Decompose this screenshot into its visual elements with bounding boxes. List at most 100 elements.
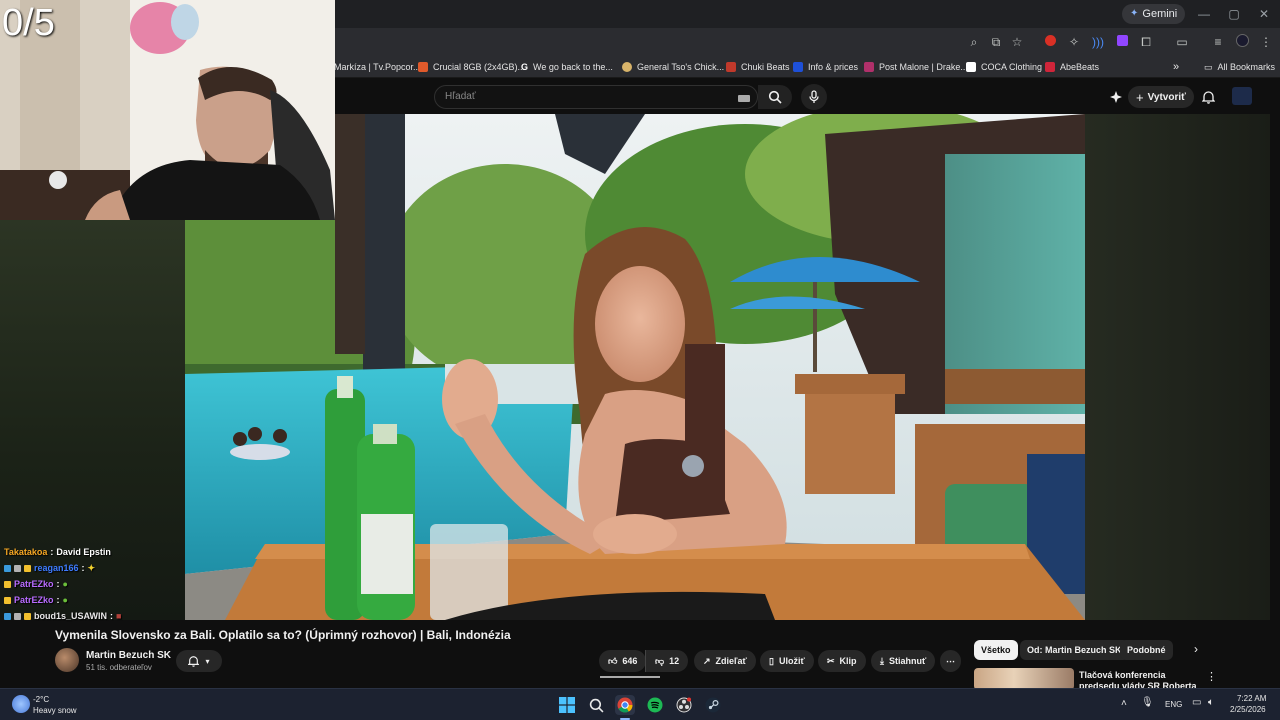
extension-audio-icon[interactable]: ))): [1090, 34, 1106, 50]
badge-icon: [4, 564, 11, 572]
obs-icon[interactable]: [674, 695, 694, 715]
tray-chevron-up-icon[interactable]: ˄: [1121, 698, 1127, 709]
more-actions-button[interactable]: ⋯: [940, 650, 961, 672]
clock-time[interactable]: 7:22 AM: [1237, 694, 1266, 703]
chip-related[interactable]: Podobné: [1120, 640, 1173, 660]
bookmark-favicon: [966, 62, 976, 72]
gemini-icon: ✦: [1130, 8, 1139, 19]
bookmark-item[interactable]: AbeBeats: [1045, 59, 1099, 75]
bookmark-item[interactable]: Post Malone | Drake...: [864, 59, 968, 75]
webcam-overlay: 0/5: [0, 0, 335, 220]
account-avatar[interactable]: [1232, 87, 1252, 105]
badge-icon: [24, 612, 31, 620]
dislike-button[interactable]: 👎︎ 12: [645, 650, 689, 672]
search-placeholder: Hľadať: [445, 91, 476, 102]
gemini-label: Gemini: [1142, 8, 1178, 20]
chips-next-icon[interactable]: ›: [1194, 642, 1198, 656]
badge-icon: [14, 612, 21, 620]
create-button[interactable]: + Vytvoriť: [1128, 86, 1194, 108]
voice-search-button[interactable]: [801, 84, 827, 110]
tray-mic-icon[interactable]: 🎙︎: [1141, 697, 1154, 708]
chat-message: PatrEZko : ●: [4, 592, 184, 608]
share-button[interactable]: ↗ Zdieľať: [694, 650, 756, 672]
subscription-bell-button[interactable]: ▾: [176, 650, 222, 672]
extensions-puzzle-icon[interactable]: ⧠: [1138, 34, 1154, 50]
steam-icon[interactable]: [703, 695, 723, 715]
bookmark-item[interactable]: G We go back to the...: [521, 59, 613, 75]
volume-icon[interactable]: 🔈︎: [1208, 697, 1214, 708]
network-icon[interactable]: ▭: [1192, 697, 1201, 708]
emote-icon: ●: [62, 595, 68, 605]
keyboard-icon[interactable]: [738, 95, 750, 102]
like-button[interactable]: 👍︎ 646: [599, 650, 647, 672]
maximize-icon[interactable]: ▢: [1224, 4, 1244, 24]
bookmark-item[interactable]: Chuki Beats: [726, 59, 790, 75]
extension-red-icon[interactable]: [1042, 34, 1058, 50]
bookmark-favicon: [418, 62, 428, 72]
google-icon: G: [521, 62, 529, 72]
recommendation-thumbnail[interactable]: [974, 668, 1074, 690]
subscriber-count: 51 tis. odberateľov: [86, 663, 152, 672]
recommendation-title[interactable]: Tlačová konferencia predsedu vlády SR Ro…: [1079, 670, 1199, 688]
spotify-icon[interactable]: [645, 695, 665, 715]
taskbar-search-icon[interactable]: [586, 695, 606, 715]
bookmark-favicon: [1045, 62, 1055, 72]
weather-temp: -2°C: [33, 695, 50, 704]
chat-text: David Epstin: [56, 547, 111, 557]
minimize-icon[interactable]: —: [1194, 4, 1214, 24]
screen: ✦ Gemini — ▢ ✕ ⌕ ⧉ ☆ ✧ ))) ⧠ ▭ ≡ ⋮ Markí…: [0, 0, 1280, 720]
chrome-icon[interactable]: [615, 695, 635, 715]
chevron-down-icon: ▾: [205, 656, 210, 666]
install-app-icon[interactable]: ⧉: [988, 34, 1004, 50]
thumbs-up-icon: 👍︎: [608, 655, 618, 666]
reading-list-icon[interactable]: ≡: [1210, 34, 1226, 50]
channel-name[interactable]: Martin Bezuch SK: [86, 650, 171, 661]
zoom-icon[interactable]: ⌕: [966, 34, 982, 50]
all-bookmarks-button[interactable]: ▭ All Bookmarks: [1204, 59, 1275, 75]
emote-icon: ●: [62, 579, 68, 589]
search-input[interactable]: Hľadať: [434, 85, 758, 109]
save-button[interactable]: ▯ Uložiť: [760, 650, 814, 672]
stream-chat: Takatakoa : David Epstin reagan166 : ✦ P…: [4, 544, 184, 624]
badge-icon: [4, 580, 11, 588]
bookmark-favicon: [864, 62, 874, 72]
extension-gray-icon[interactable]: ✧: [1066, 34, 1082, 50]
more-bookmarks-button[interactable]: »: [1173, 59, 1179, 75]
chat-message: PatrEZko : ●: [4, 576, 184, 592]
close-icon[interactable]: ✕: [1254, 4, 1274, 24]
chat-message: reagan166 : ✦: [4, 560, 184, 576]
start-windows-icon[interactable]: [557, 695, 577, 715]
language-indicator[interactable]: ENG: [1165, 700, 1182, 709]
folder-icon: ▭: [1204, 61, 1213, 72]
badge-icon: [14, 564, 21, 572]
bookmark-star-icon[interactable]: ☆: [1009, 34, 1025, 50]
bookmark-item[interactable]: Crucial 8GB (2x4GB)...: [418, 59, 525, 75]
channel-avatar[interactable]: [55, 648, 79, 672]
bookmark-item[interactable]: Info & prices: [793, 59, 858, 75]
weather-icon[interactable]: [12, 695, 30, 713]
extension-purple-icon[interactable]: [1114, 34, 1130, 50]
search-button[interactable]: [758, 85, 792, 109]
badge-icon: [24, 564, 31, 572]
ai-sparkle-icon[interactable]: [1108, 89, 1124, 105]
download-button[interactable]: ⤓ Stiahnuť: [871, 650, 936, 672]
chip-all[interactable]: Všetko: [974, 640, 1018, 660]
bookmark-item[interactable]: Markíza | Tv.Popcor...: [334, 59, 421, 75]
clip-button[interactable]: ✂ Klip: [818, 650, 866, 672]
notifications-bell-icon[interactable]: [1200, 89, 1216, 105]
chat-message: Takatakoa : David Epstin: [4, 547, 111, 557]
chip-from-channel[interactable]: Od: Martin Bezuch SK: [1020, 640, 1129, 660]
cast-icon[interactable]: ▭: [1174, 34, 1190, 50]
chat-username: boud1s_USAWIN: [34, 611, 108, 621]
bookmark-favicon: [622, 62, 632, 72]
ambient-glow-right: [1085, 114, 1270, 620]
clock-date[interactable]: 2/25/2026: [1230, 705, 1266, 714]
gemini-button[interactable]: ✦ Gemini: [1122, 4, 1186, 24]
browser-menu-icon[interactable]: ⋮: [1258, 34, 1274, 50]
bell-icon: [188, 656, 200, 667]
bookmark-item[interactable]: COCA Clothing: [966, 59, 1042, 75]
bookmark-item[interactable]: General Tso's Chick...: [622, 59, 724, 75]
recommendation-menu-icon[interactable]: ⋮: [1206, 670, 1217, 683]
bookmark-favicon: [726, 62, 736, 72]
profile-avatar[interactable]: [1234, 34, 1250, 50]
